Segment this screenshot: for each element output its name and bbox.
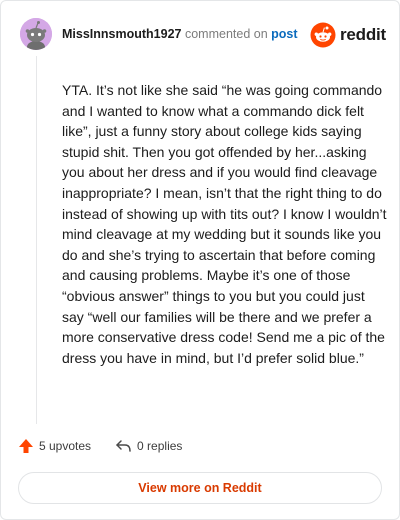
reply-count[interactable]: 0 replies: [115, 439, 182, 453]
upvote-label: 5 upvotes: [39, 439, 92, 453]
comment-header: MissInnsmouth1927 commented on post: [62, 25, 298, 43]
thread-line: [36, 56, 37, 424]
reply-arrow-icon: [116, 440, 131, 452]
comment-body: YTA. It’s not like she said “he was goin…: [62, 82, 387, 366]
commented-on-text: commented on: [184, 27, 268, 41]
upvote-arrow-icon: [19, 439, 33, 453]
upvote-count[interactable]: 5 upvotes: [18, 438, 91, 454]
comment-card: MissInnsmouth1927 commented on post redd…: [0, 0, 400, 520]
reply-label: 0 replies: [137, 439, 183, 453]
post-link[interactable]: post: [271, 27, 297, 41]
user-avatar[interactable]: [20, 18, 52, 50]
comment-actions: 5 upvotes 0 replies: [18, 438, 182, 454]
reddit-snoo-icon: [310, 22, 336, 48]
reddit-wordmark: reddit: [340, 25, 387, 44]
view-more-button[interactable]: View more on Reddit: [18, 472, 382, 504]
reddit-logo[interactable]: reddit: [310, 22, 386, 48]
snoo-avatar-icon: [20, 18, 52, 50]
username[interactable]: MissInnsmouth1927: [62, 27, 181, 41]
